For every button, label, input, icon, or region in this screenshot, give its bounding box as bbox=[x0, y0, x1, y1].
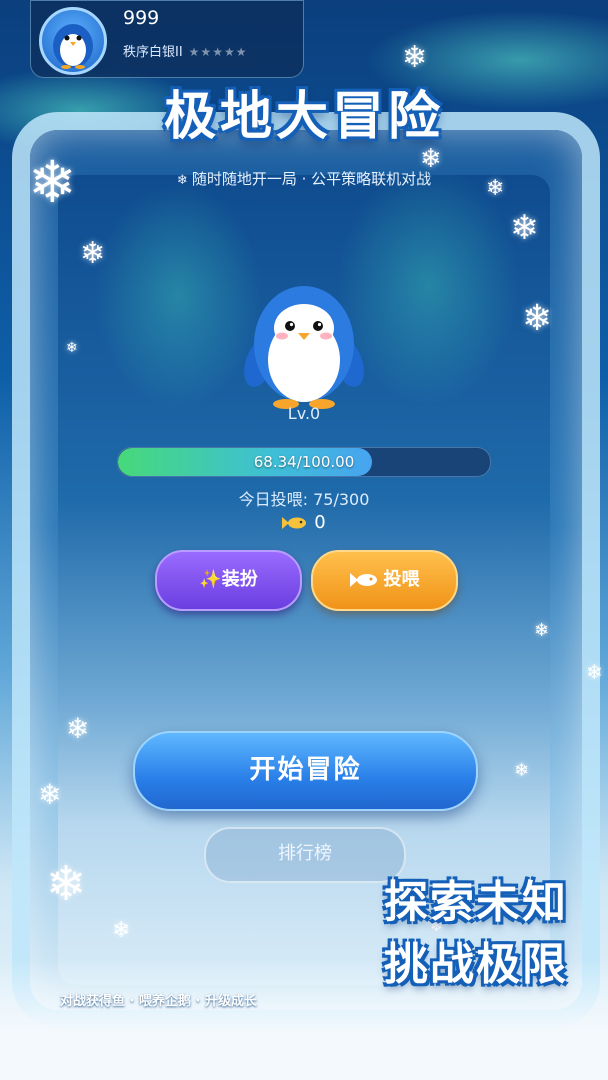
penguin-avatar-icon bbox=[53, 24, 93, 69]
slogan-line-2: 挑战极限 bbox=[384, 939, 568, 990]
snowflake-icon: ❄ bbox=[534, 620, 550, 641]
snowflake-icon: ❄ bbox=[586, 660, 603, 684]
snowflake-icon: ❄ bbox=[46, 856, 87, 912]
xp-progress-bar: 68.34/100.00 bbox=[117, 447, 491, 477]
snowflake-icon: ❄ bbox=[514, 760, 530, 781]
pet-level: Lv.0 bbox=[287, 404, 321, 423]
rank-stars: ★★★★★ bbox=[188, 45, 248, 59]
subtitle-text: 随时随地开一局 · 公平策略联机对战 bbox=[191, 170, 432, 188]
coin-count: 999 bbox=[123, 7, 160, 29]
snowflake-icon: ❄ bbox=[522, 298, 553, 339]
game-title: 极地大冒险 bbox=[163, 87, 444, 147]
snowflake-icon: ❄ bbox=[176, 173, 192, 188]
xp-progress-text: 68.34/100.00 bbox=[253, 453, 355, 471]
dress-up-button[interactable]: ✨装扮 bbox=[155, 550, 302, 611]
snowflake-icon: ❄ bbox=[80, 236, 106, 271]
snowflake-icon: ❄ bbox=[66, 712, 90, 745]
footer-tagline: 对战获得鱼 · 喂养企鹅 · 升级成长 bbox=[60, 994, 257, 1009]
avatar[interactable] bbox=[39, 7, 107, 75]
start-adventure-button[interactable]: 开始冒险 bbox=[133, 731, 478, 811]
penguin-mascot[interactable] bbox=[236, 280, 372, 410]
rank-label: 秩序白银II ★★★★★ bbox=[123, 41, 247, 60]
fish-icon bbox=[282, 517, 307, 529]
fish-icon bbox=[349, 573, 377, 587]
snowflake-icon: ❄ bbox=[38, 778, 62, 811]
subtitle: ❄ 随时随地开一局 · 公平策略联机对战 bbox=[0, 168, 608, 189]
feed-button-label: 投喂 bbox=[383, 569, 420, 590]
fish-count: 0 bbox=[314, 512, 326, 533]
snowflake-icon: ❄ bbox=[66, 340, 78, 356]
fish-balance: 0 bbox=[0, 512, 608, 533]
feed-today-count: 今日投喂: 75/300 bbox=[238, 490, 370, 509]
snowflake-icon: ❄ bbox=[510, 208, 539, 248]
snowflake-icon: ❄ bbox=[112, 918, 131, 943]
feed-button[interactable]: 投喂 bbox=[311, 550, 458, 611]
rank-text: 秩序白银II bbox=[123, 45, 183, 60]
profile-card[interactable]: 999 秩序白银II ★★★★★ bbox=[30, 0, 304, 78]
slogan-line-1: 探索未知 bbox=[384, 877, 568, 928]
snowflake-icon: ❄ bbox=[402, 40, 428, 75]
